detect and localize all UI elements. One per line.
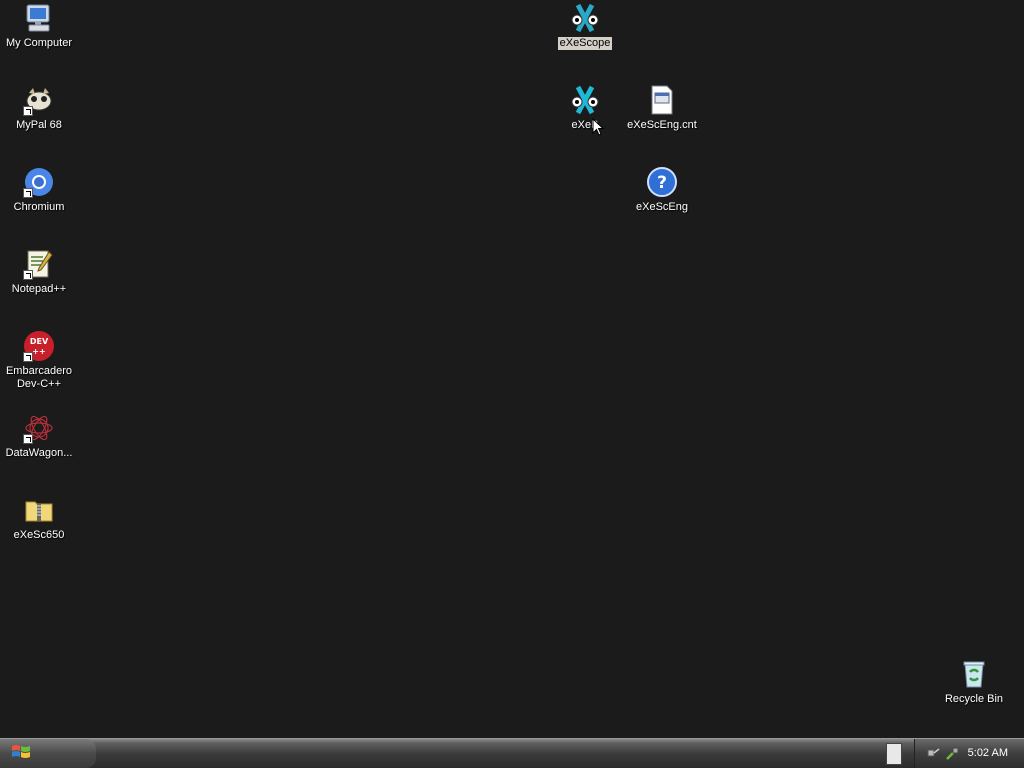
desktop-icon-datawagon[interactable]: DataWagon... bbox=[1, 412, 77, 460]
desktop-icon-exesceng-cnt[interactable]: eXeScEng.cnt bbox=[624, 84, 700, 132]
icon-label: Recycle Bin bbox=[944, 693, 1004, 705]
network-icon[interactable] bbox=[927, 746, 943, 765]
exescope-icon bbox=[569, 84, 601, 116]
svg-text:DEV: DEV bbox=[30, 337, 49, 346]
icon-label: eXeScope bbox=[557, 37, 613, 50]
start-button[interactable] bbox=[0, 739, 96, 768]
taskbar: 5:02 AM bbox=[0, 738, 1024, 768]
icon-label: Chromium bbox=[13, 201, 65, 213]
desktop[interactable]: My Computer MyPal 68 Chromium Notepad++ … bbox=[0, 0, 1024, 738]
icon-label: Notepad++ bbox=[11, 283, 67, 295]
mypal-browser-icon bbox=[23, 84, 55, 116]
notepadpp-icon bbox=[23, 248, 55, 280]
devcpp-icon: DEV ++ bbox=[23, 330, 55, 362]
icon-label: My Computer bbox=[5, 37, 73, 49]
recycle-bin-icon bbox=[958, 658, 990, 690]
chromium-icon bbox=[23, 166, 55, 198]
exescope-icon bbox=[569, 2, 601, 34]
desktop-icon-exesc650[interactable]: eXeSc650 bbox=[1, 494, 77, 542]
document-file-icon bbox=[646, 84, 678, 116]
keyboard-icon[interactable] bbox=[886, 743, 902, 765]
shortcut-arrow-icon bbox=[23, 434, 33, 444]
desktop-icon-exesceng[interactable]: ? eXeScEng bbox=[624, 166, 700, 214]
help-icon: ? bbox=[646, 166, 678, 198]
safely-remove-hardware-icon[interactable] bbox=[945, 746, 959, 765]
icon-label: eXeScEng bbox=[636, 201, 688, 213]
windows-logo-icon bbox=[10, 743, 32, 765]
svg-text:++: ++ bbox=[32, 347, 45, 356]
desktop-icon-devcpp[interactable]: DEV ++ Embarcadero Dev-C++ bbox=[1, 330, 77, 391]
desktop-icon-exebin[interactable]: eXeB bbox=[547, 84, 623, 132]
icon-label: Embarcadero Dev-C++ bbox=[5, 365, 73, 390]
datawagon-icon bbox=[23, 412, 55, 444]
icon-label: MyPal 68 bbox=[16, 119, 62, 131]
svg-text:?: ? bbox=[657, 173, 667, 193]
desktop-icon-mypal[interactable]: MyPal 68 bbox=[1, 84, 77, 132]
mouse-cursor-icon bbox=[592, 117, 605, 140]
desktop-icon-recycle-bin[interactable]: Recycle Bin bbox=[936, 658, 1012, 706]
desktop-icon-my-computer[interactable]: My Computer bbox=[1, 2, 77, 50]
icon-label: DataWagon... bbox=[5, 447, 73, 459]
system-tray: 5:02 AM bbox=[914, 739, 1024, 768]
desktop-icon-exescope[interactable]: eXeScope bbox=[547, 2, 623, 50]
shortcut-arrow-icon bbox=[23, 352, 33, 362]
shortcut-arrow-icon bbox=[23, 270, 33, 280]
computer-icon bbox=[23, 2, 55, 34]
clock[interactable]: 5:02 AM bbox=[968, 747, 1008, 759]
icon-label: eXeSc650 bbox=[13, 529, 65, 541]
desktop-icon-chromium[interactable]: Chromium bbox=[1, 166, 77, 214]
desktop-icon-notepadpp[interactable]: Notepad++ bbox=[1, 248, 77, 296]
zip-folder-icon bbox=[23, 494, 55, 526]
icon-label: eXeScEng.cnt bbox=[627, 119, 697, 131]
shortcut-arrow-icon bbox=[23, 188, 33, 198]
shortcut-arrow-icon bbox=[23, 106, 33, 116]
